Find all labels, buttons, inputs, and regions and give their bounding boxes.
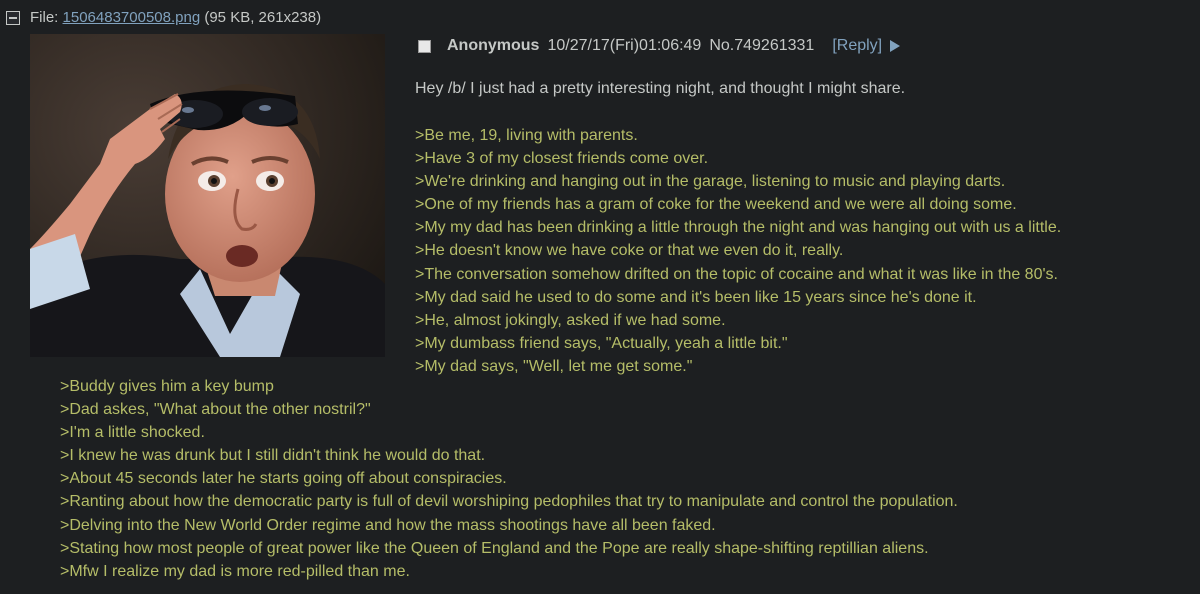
post-select-checkbox[interactable]	[418, 39, 431, 53]
greentext-line: >Ranting about how the democratic party …	[60, 493, 958, 511]
greentext-line: >My dad said he used to do some and it's…	[415, 288, 977, 306]
collapse-post-icon[interactable]	[6, 10, 20, 25]
greentext-line: >My my dad has been drinking a little th…	[415, 219, 1062, 237]
post-image-thumbnail[interactable]	[30, 34, 385, 357]
greentext-line: >My dumbass friend says, "Actually, yeah…	[415, 334, 788, 352]
man-with-sunglasses-photo	[30, 34, 385, 357]
greentext-line: >About 45 seconds later he starts going …	[60, 470, 507, 488]
greentext-line: >I'm a little shocked.	[60, 424, 205, 442]
greentext-line: >Dad askes, "What about the other nostri…	[60, 401, 371, 419]
greentext-line: >Have 3 of my closest friends come over.	[415, 150, 709, 168]
greentext-line: >Stating how most people of great power …	[60, 539, 929, 557]
greentext-line: >One of my friends has a gram of coke fo…	[415, 196, 1017, 214]
file-prefix: File:	[30, 9, 59, 26]
post-header: Anonymous 10/27/17(Fri)01:06:49 No.74926…	[418, 37, 901, 55]
file-info: File: 1506483700508.png (95 KB, 261x238)	[6, 9, 321, 26]
post-datetime: 10/27/17(Fri)01:06:49	[547, 37, 702, 54]
file-link[interactable]: 1506483700508.png	[63, 9, 201, 26]
greentext-line: >The conversation somehow drifted on the…	[415, 265, 1058, 283]
greentext-line: >He doesn't know we have coke or that we…	[415, 242, 844, 260]
greentext-block-top: >Be me, 19, living with parents. >Have 3…	[415, 124, 1061, 378]
post-menu-arrow-icon[interactable]	[890, 40, 901, 52]
poster-name: Anonymous	[447, 37, 540, 54]
reply-link[interactable]: [Reply]	[832, 37, 882, 55]
greentext-block-bottom: >Buddy gives him a key bump >Dad askes, …	[60, 375, 958, 583]
greentext-line: >Delving into the New World Order regime…	[60, 516, 716, 534]
greentext-line: >I knew he was drunk but I still didn't …	[60, 447, 486, 465]
file-meta: (95 KB, 261x238)	[204, 9, 322, 26]
greentext-line: >Buddy gives him a key bump	[60, 378, 274, 395]
post-number-link[interactable]: No.749261331	[709, 37, 814, 55]
greentext-line: >Be me, 19, living with parents.	[415, 127, 638, 144]
greentext-line: >We're drinking and hanging out in the g…	[415, 173, 1006, 191]
greentext-line: >He, almost jokingly, asked if we had so…	[415, 311, 726, 329]
post-intro-text: Hey /b/ I just had a pretty interesting …	[415, 80, 906, 97]
greentext-line: >Mfw I realize my dad is more red-pilled…	[60, 562, 410, 580]
